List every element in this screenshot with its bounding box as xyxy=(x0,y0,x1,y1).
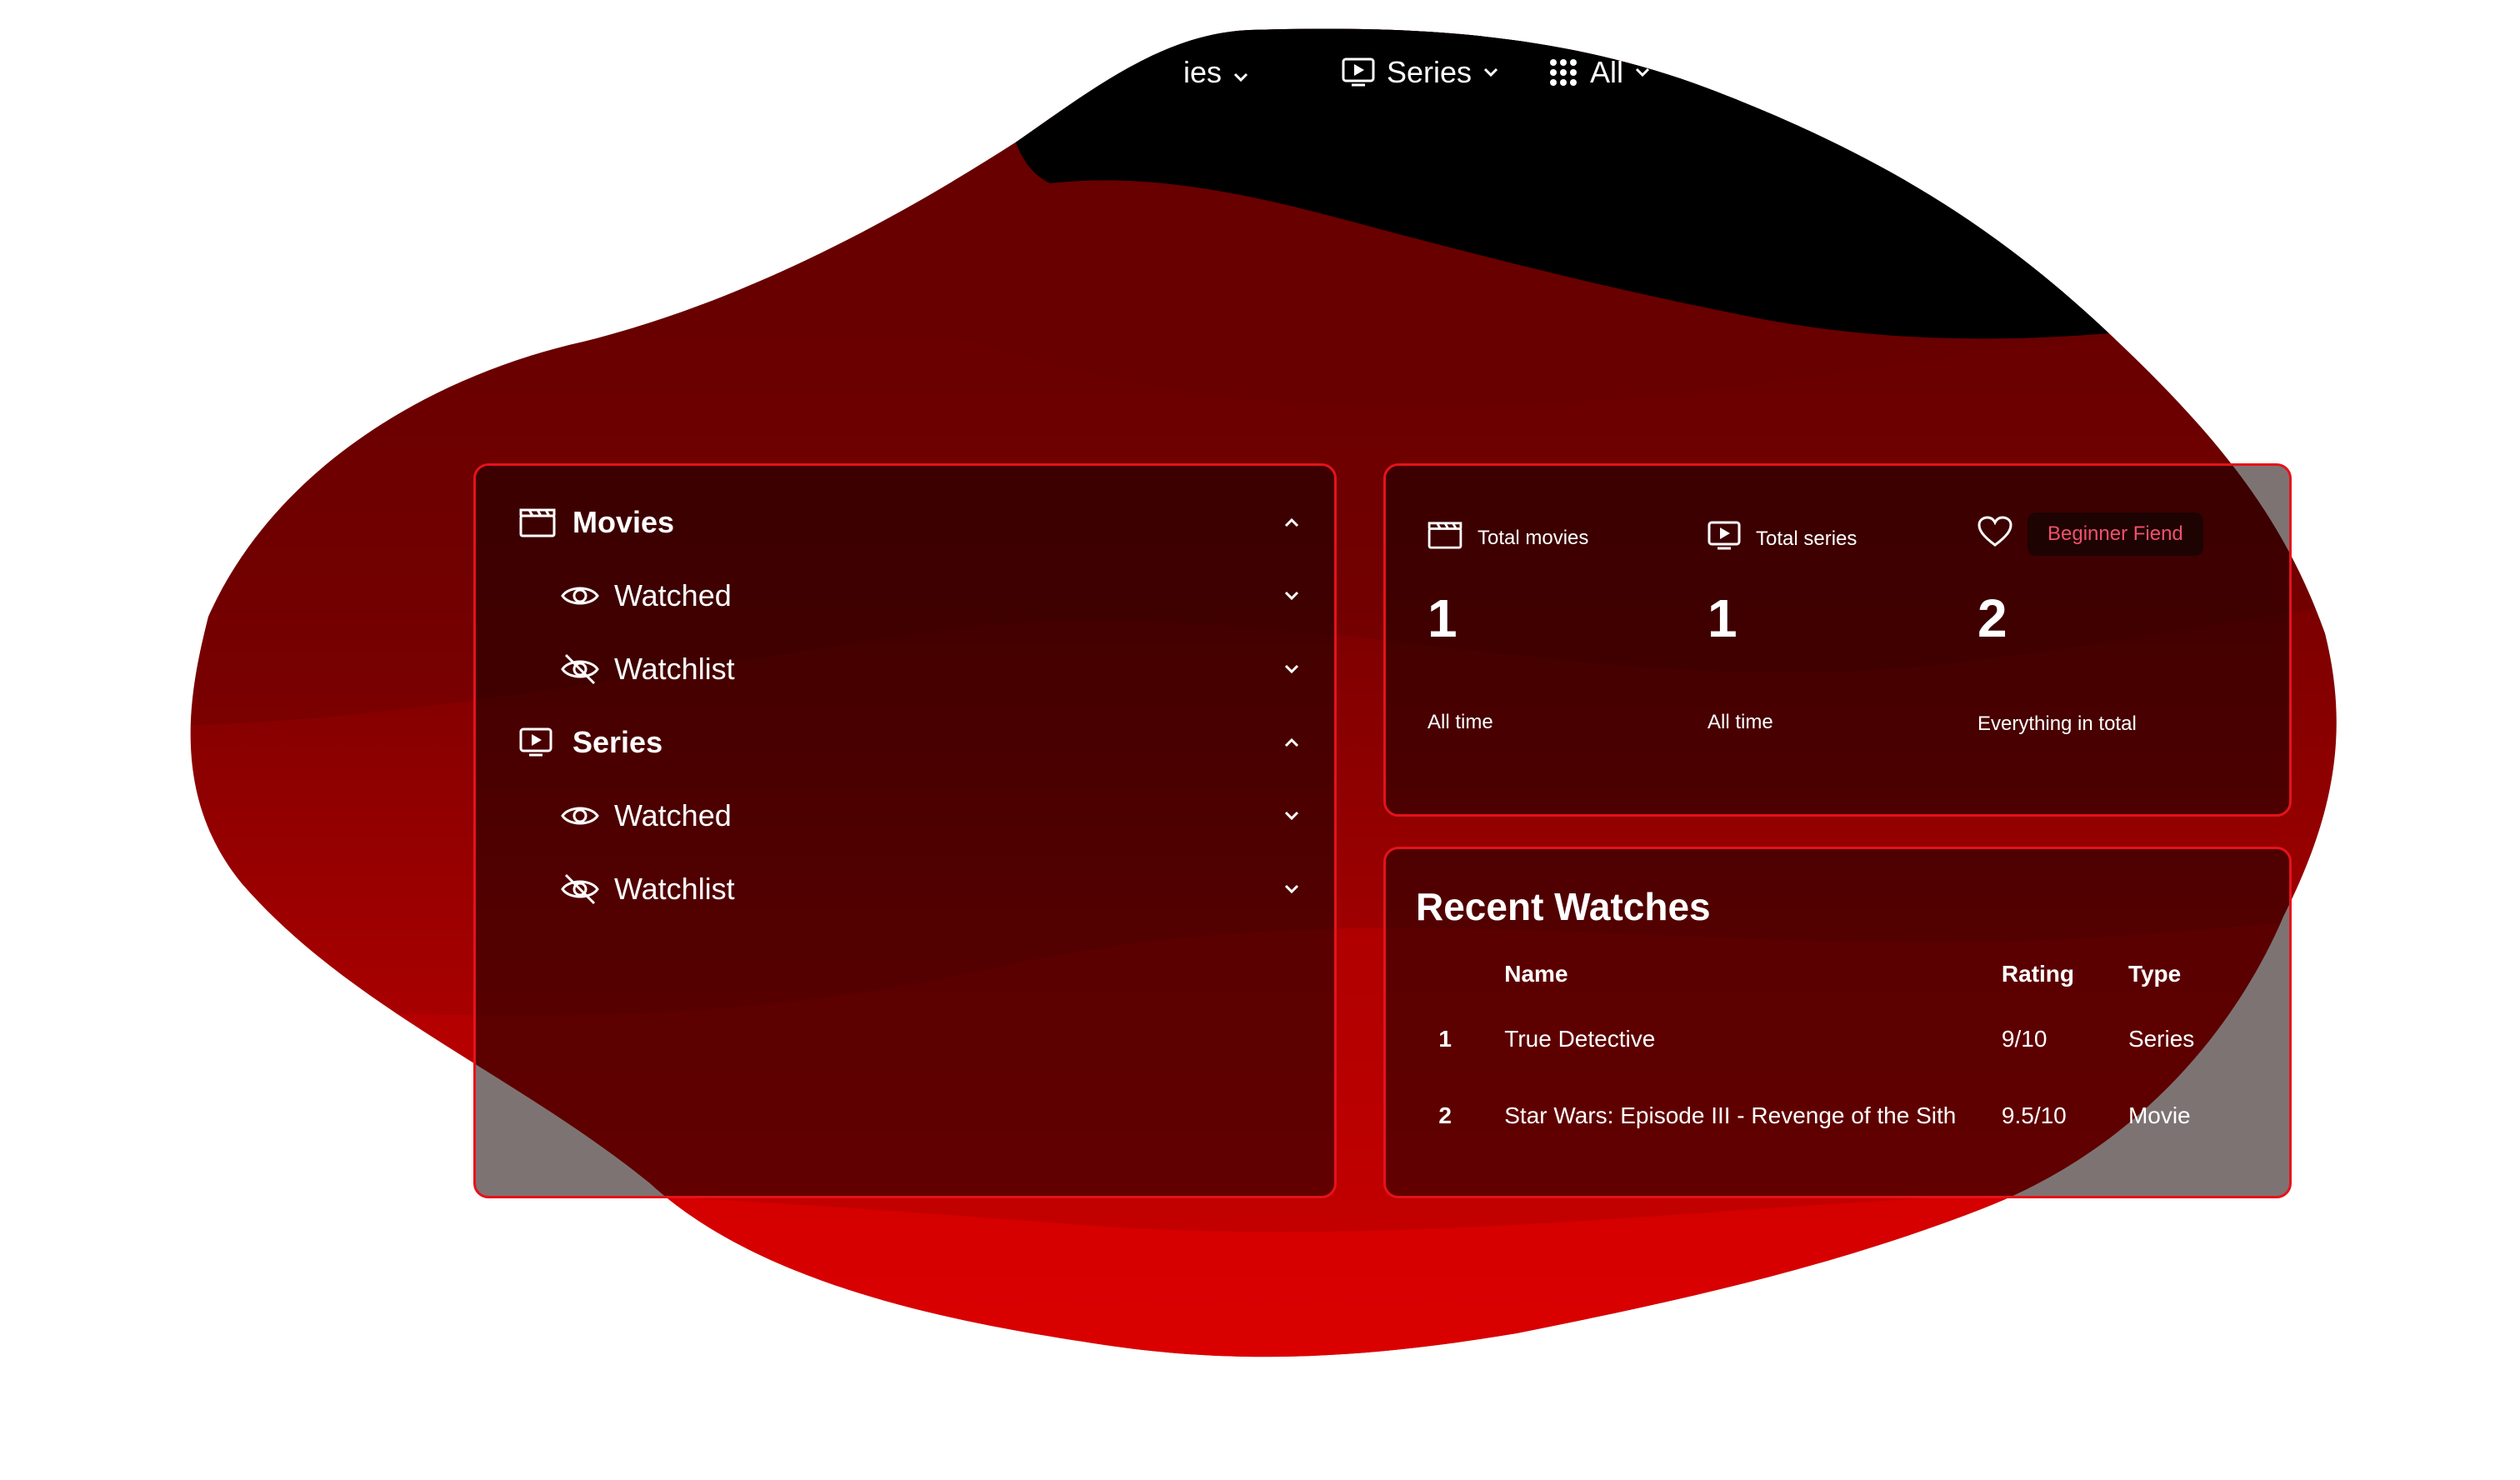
cell-index: 1 xyxy=(1438,1026,1452,1052)
chevron-down-icon[interactable] xyxy=(1284,884,1299,894)
stat-header: Total series xyxy=(1708,521,1857,557)
clapperboard-icon xyxy=(519,508,556,538)
cell-rating: 9.5/10 xyxy=(2001,1102,2067,1128)
tv-play-icon xyxy=(1342,58,1375,88)
sidebar-section-series[interactable]: Series xyxy=(476,711,1334,774)
stats-panel: Total movies 1 All time Total series 1 A… xyxy=(1383,463,2292,817)
cell-rating: 9/10 xyxy=(2001,1026,2048,1052)
stat-header: Beginner Fiend xyxy=(1978,512,2203,556)
stat-sub: All time xyxy=(1428,711,1493,733)
stat-label: Total movies xyxy=(1478,526,1589,549)
eye-off-icon xyxy=(561,872,599,906)
chevron-down-icon xyxy=(1483,68,1498,78)
grid-icon xyxy=(1548,58,1578,88)
chevron-down-icon[interactable] xyxy=(1284,664,1299,674)
sidebar-panel: Movies Watched Watchlist Series Watched … xyxy=(473,463,1337,1198)
stat-value: 2 xyxy=(1978,588,2008,648)
sidebar-section-movies[interactable]: Movies xyxy=(476,491,1334,554)
table-header-row: Name Rating Type xyxy=(1386,948,2289,1001)
cell-name[interactable]: True Detective xyxy=(1504,1001,2002,1078)
table-row[interactable]: 1 True Detective 9/10 Series xyxy=(1386,1001,2289,1078)
stat-label: Total series xyxy=(1756,527,1858,550)
recent-watches-table: Name Rating Type 1 True Detective 9/10 S… xyxy=(1386,948,2289,1154)
sidebar-section-label: Movies xyxy=(572,505,675,539)
clapperboard-icon xyxy=(1428,521,1462,555)
sidebar-item-label: Watchlist xyxy=(614,872,735,906)
column-header-type: Type xyxy=(2128,961,2182,987)
nav-series-label: Series xyxy=(1387,55,1472,89)
stat-value: 1 xyxy=(1428,588,1458,648)
sidebar-item-movies-watched[interactable]: Watched xyxy=(476,564,1334,628)
chevron-down-icon xyxy=(1233,55,1248,90)
sidebar-item-label: Watchlist xyxy=(614,652,735,686)
recent-watches-title: Recent Watches xyxy=(1416,885,1711,928)
top-navigation: Series All xyxy=(1342,43,1650,102)
chevron-up-icon[interactable] xyxy=(1284,518,1299,528)
tv-play-icon xyxy=(519,728,552,758)
stat-value: 1 xyxy=(1708,588,1738,648)
column-header-rating: Rating xyxy=(2001,961,2075,987)
chevron-down-icon xyxy=(1635,68,1650,78)
stat-header: Total movies xyxy=(1428,521,1588,555)
stat-sub: All time xyxy=(1708,711,1773,733)
sidebar-item-label: Watched xyxy=(614,798,732,832)
column-header-index xyxy=(1386,948,1504,1001)
cell-type: Series xyxy=(2128,1026,2195,1052)
sidebar-item-movies-watchlist[interactable]: Watchlist xyxy=(476,638,1334,701)
recent-watches-panel: Recent Watches Name Rating Type 1 True D… xyxy=(1383,847,2292,1198)
cell-name[interactable]: Star Wars: Episode III - Revenge of the … xyxy=(1504,1078,2002,1154)
nav-all-label: All xyxy=(1590,55,1624,89)
nav-all[interactable]: All xyxy=(1548,55,1650,90)
column-header-name: Name xyxy=(1504,961,1568,987)
eye-icon xyxy=(561,582,599,609)
chevron-down-icon[interactable] xyxy=(1284,591,1299,601)
nav-movies-partial[interactable]: ies xyxy=(1183,43,1248,102)
sidebar-item-label: Watched xyxy=(614,578,732,612)
table-row[interactable]: 2 Star Wars: Episode III - Revenge of th… xyxy=(1386,1078,2289,1154)
nav-series[interactable]: Series xyxy=(1342,55,1498,90)
heart-icon xyxy=(1978,515,2012,553)
chevron-down-icon[interactable] xyxy=(1284,811,1299,821)
sidebar-section-label: Series xyxy=(572,725,663,759)
sidebar-item-series-watchlist[interactable]: Watchlist xyxy=(476,858,1334,921)
eye-off-icon xyxy=(561,652,599,686)
nav-movies-label: ies xyxy=(1183,55,1222,89)
cell-index: 2 xyxy=(1438,1102,1452,1128)
eye-icon xyxy=(561,802,599,829)
sidebar-item-series-watched[interactable]: Watched xyxy=(476,784,1334,848)
stat-sub: Everything in total xyxy=(1978,712,2137,735)
chevron-up-icon[interactable] xyxy=(1284,738,1299,748)
tv-play-icon xyxy=(1708,521,1741,557)
cell-type: Movie xyxy=(2128,1102,2191,1128)
rank-badge: Beginner Fiend xyxy=(2028,512,2203,556)
